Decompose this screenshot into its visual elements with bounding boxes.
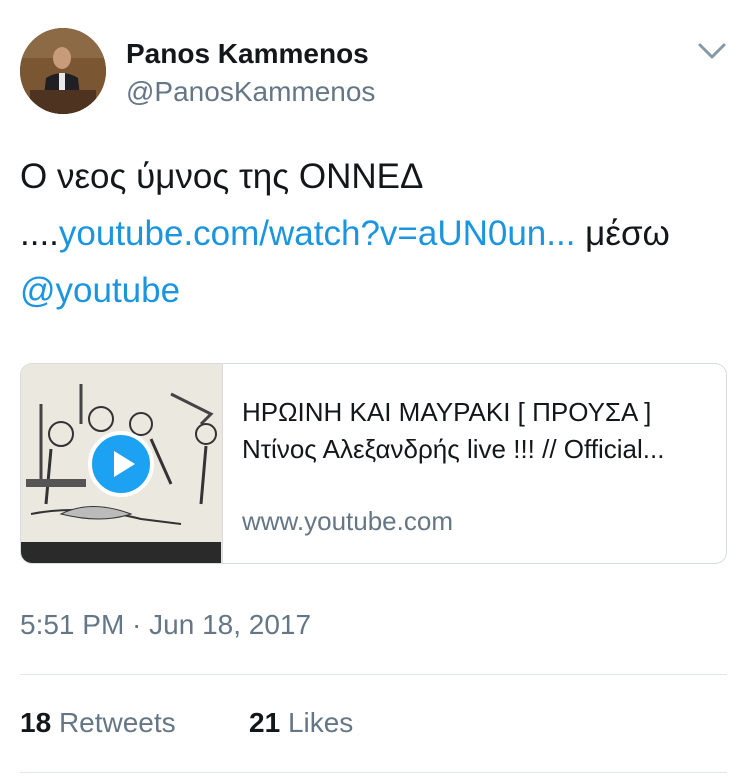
card-title[interactable]: ΗΡΩΙΝΗ ΚΑΙ ΜΑΥΡΑΚΙ [ ΠΡΟΥΣΑ ] Ντίνος Αλε… [242,394,702,468]
tweet-link[interactable]: youtube.com/watch?v=aUN0un... [59,214,576,253]
tweet-via-text: μέσω [575,214,670,253]
retweets-stat[interactable]: 18 Retweets [20,707,176,739]
divider [20,772,727,773]
author-name[interactable]: Panos Kammenos [126,38,369,70]
mention-link[interactable]: @youtube [20,262,732,319]
avatar-image [20,28,106,114]
card-domain: www.youtube.com [242,506,453,536]
tweet-timestamp[interactable]: 5:51 PM · Jun 18, 2017 [20,609,311,641]
tweet-text-line2: ....youtube.com/watch?v=aUN0un... μέσω [20,205,732,262]
likes-count: 21 [249,707,281,738]
tweet-text-line1: Ο νεος ύμνος της ΟΝΝΕΔ [20,157,424,196]
play-icon [114,451,135,477]
author-handle[interactable]: @PanosKammenos [126,76,375,108]
likes-label: Likes [287,707,354,738]
chevron-down-icon[interactable] [697,40,727,62]
retweets-label: Retweets [58,707,176,738]
video-thumbnail[interactable] [21,364,223,563]
divider [20,674,727,675]
link-preview-card[interactable]: ΗΡΩΙΝΗ ΚΑΙ ΜΑΥΡΑΚΙ [ ΠΡΟΥΣΑ ] Ντίνος Αλε… [20,363,727,564]
tweet-text: Ο νεος ύμνος της ΟΝΝΕΔ ....youtube.com/w… [20,148,732,319]
retweets-count: 18 [20,707,52,738]
tweet-text-prefix: .... [20,214,59,253]
likes-stat[interactable]: 21 Likes [249,707,353,739]
author-avatar[interactable] [20,28,106,114]
play-button[interactable] [88,431,154,497]
